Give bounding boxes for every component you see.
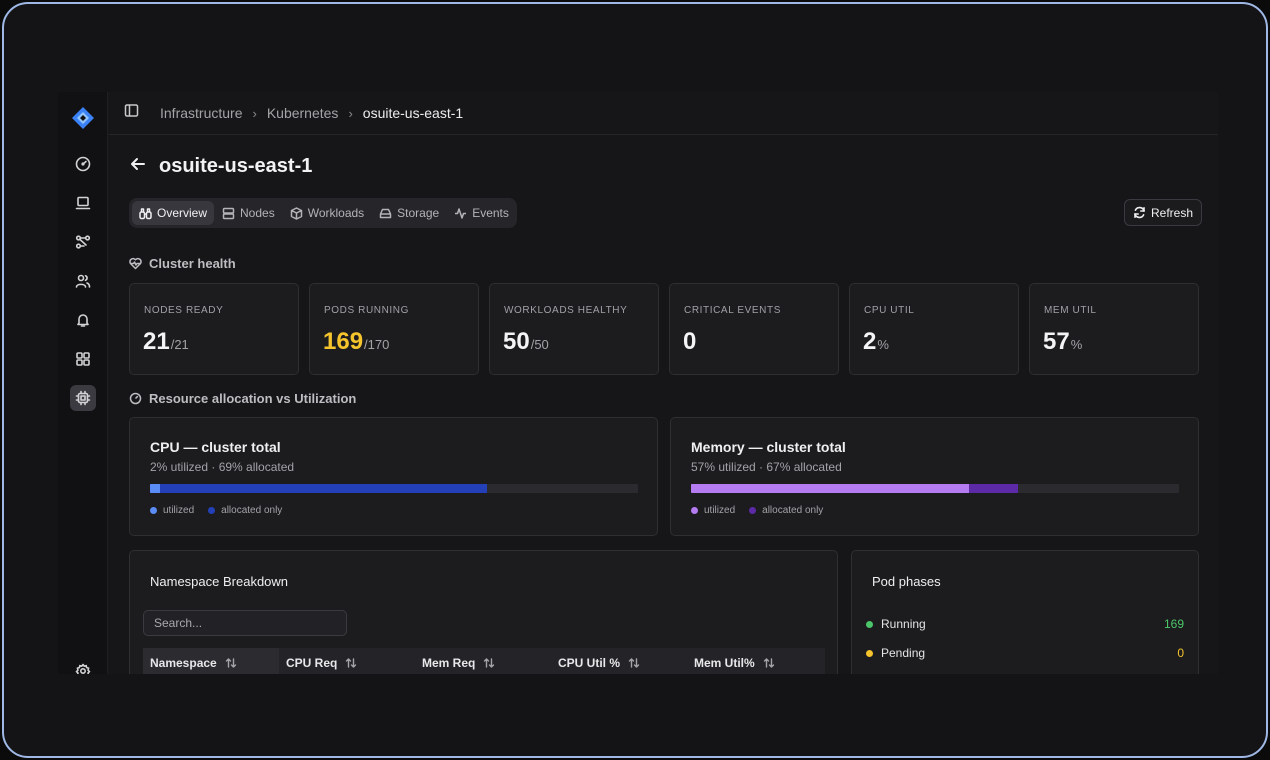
- tab-label: Events: [472, 206, 509, 220]
- server-icon: [222, 207, 235, 219]
- device-frame: Infrastructure › Kubernetes › osuite-us-…: [2, 2, 1268, 758]
- column-cpu-util[interactable]: CPU Util %: [551, 648, 687, 674]
- refresh-label: Refresh: [1150, 205, 1194, 220]
- sidebar-toggle-icon[interactable]: [124, 103, 139, 123]
- breadcrumb-infrastructure[interactable]: Infrastructure: [160, 105, 242, 121]
- workflow-icon[interactable]: [70, 229, 96, 255]
- column-namespace[interactable]: Namespace: [143, 648, 279, 674]
- legend-dot: [208, 507, 216, 514]
- heart-pulse-icon: [129, 257, 142, 270]
- sort-icon: [484, 658, 495, 668]
- memory-utilized-segment: [691, 484, 970, 493]
- tab-workloads[interactable]: Workloads: [283, 201, 371, 225]
- app-window: Infrastructure › Kubernetes › osuite-us-…: [58, 92, 1218, 674]
- nav-rail: [58, 92, 108, 674]
- stat-critical-events: CRITICAL EVENTS 0: [669, 283, 839, 375]
- tab-nodes[interactable]: Nodes: [215, 201, 282, 225]
- pod-phases-title: Pod phases: [872, 574, 941, 589]
- cpu-card-title: CPU — cluster total: [150, 439, 281, 455]
- page-title: osuite-us-east-1: [159, 155, 313, 177]
- hard-drive-icon: [379, 208, 392, 218]
- breadcrumb-kubernetes[interactable]: Kubernetes: [267, 105, 339, 121]
- sort-icon: [225, 658, 236, 668]
- legend-allocated-only: allocated only: [749, 505, 823, 516]
- refresh-icon: [1134, 206, 1145, 219]
- settings-gear-icon[interactable]: [70, 658, 96, 674]
- top-bar: Infrastructure › Kubernetes › osuite-us-…: [109, 92, 1218, 135]
- stat-nodes-ready: NODES READY 21/21: [129, 283, 299, 375]
- stat-workloads-healthy: WORKLOADS HEALTHY 50/50: [489, 283, 659, 375]
- status-dot: [866, 620, 873, 628]
- cpu-allocation-bar: [150, 484, 638, 493]
- status-dot: [866, 649, 873, 657]
- breadcrumb-current: osuite-us-east-1: [362, 105, 464, 121]
- dashboard-gauge-icon[interactable]: [70, 151, 96, 177]
- legend-utilized: utilized: [150, 505, 194, 516]
- pod-phase-running: Running 169: [866, 617, 1184, 631]
- box-icon: [290, 206, 302, 220]
- bell-icon[interactable]: [70, 307, 96, 333]
- column-cpu-req[interactable]: CPU Req: [279, 648, 415, 674]
- main-content: Infrastructure › Kubernetes › osuite-us-…: [109, 92, 1218, 674]
- tab-label: Workloads: [307, 206, 365, 220]
- pod-phases-card: Pod phases Running 169 Pending 0: [851, 550, 1199, 674]
- memory-card-subtitle: 57% utilized · 67% allocated: [691, 460, 842, 474]
- tab-label: Overview: [157, 206, 208, 220]
- refresh-button[interactable]: Refresh: [1124, 199, 1202, 226]
- memory-allocation-card: Memory — cluster total 57% utilized · 67…: [670, 417, 1199, 536]
- breadcrumb: Infrastructure › Kubernetes › osuite-us-…: [160, 105, 463, 121]
- users-icon[interactable]: [70, 268, 96, 294]
- activity-icon: [455, 207, 467, 219]
- monitor-icon[interactable]: [70, 190, 96, 216]
- tab-overview[interactable]: Overview: [132, 201, 215, 225]
- memory-legend: utilized allocated only: [691, 505, 837, 516]
- memory-allocation-bar: [691, 484, 1179, 493]
- column-mem-req[interactable]: Mem Req: [415, 648, 551, 674]
- chevron-right-icon: ›: [252, 105, 257, 121]
- view-tabs: Overview Nodes Workloads Storage Events: [129, 198, 517, 228]
- health-stats: NODES READY 21/21 PODS RUNNING 169/170 W…: [129, 283, 1199, 375]
- tab-label: Nodes: [240, 206, 275, 220]
- allocation-heading: Resource allocation vs Utilization: [129, 391, 356, 406]
- sort-icon: [346, 658, 357, 668]
- namespace-breakdown-card: Namespace Breakdown Namespace CPU Req Me…: [129, 550, 838, 674]
- page-header: osuite-us-east-1: [129, 155, 312, 178]
- cpu-chip-icon[interactable]: [70, 385, 96, 411]
- back-arrow-icon[interactable]: [129, 155, 147, 178]
- namespace-search-input[interactable]: [143, 610, 347, 636]
- cpu-utilized-segment: [150, 484, 160, 493]
- apps-grid-icon[interactable]: [70, 346, 96, 372]
- tab-label: Storage: [397, 206, 440, 220]
- namespace-card-title: Namespace Breakdown: [150, 574, 289, 589]
- gauge-icon: [129, 392, 142, 405]
- cpu-legend: utilized allocated only: [150, 505, 296, 516]
- tab-events[interactable]: Events: [447, 201, 516, 225]
- cpu-allocated-segment: [150, 484, 487, 493]
- sort-icon: [763, 658, 774, 668]
- cpu-allocation-card: CPU — cluster total 2% utilized · 69% al…: [129, 417, 658, 536]
- pod-phase-pending: Pending 0: [866, 646, 1184, 660]
- cpu-card-subtitle: 2% utilized · 69% allocated: [150, 460, 295, 474]
- cluster-health-heading: Cluster health: [129, 256, 236, 271]
- legend-dot: [691, 507, 698, 514]
- memory-card-title: Memory — cluster total: [691, 439, 846, 455]
- sort-icon: [628, 658, 640, 668]
- column-mem-util[interactable]: Mem Util%: [687, 648, 823, 674]
- binoculars-icon: [139, 207, 152, 219]
- namespace-table-header: Namespace CPU Req Mem Req CPU Util % Mem…: [143, 648, 825, 674]
- legend-dot: [749, 507, 757, 514]
- legend-utilized: utilized: [691, 505, 735, 516]
- legend-allocated-only: allocated only: [208, 505, 282, 516]
- stat-pods-running: PODS RUNNING 169/170: [309, 283, 479, 375]
- legend-dot: [150, 507, 157, 514]
- app-logo-icon[interactable]: [70, 105, 96, 131]
- tab-storage[interactable]: Storage: [372, 201, 446, 225]
- stat-mem-util: MEM UTIL 57%: [1029, 283, 1199, 375]
- chevron-right-icon: ›: [348, 105, 353, 121]
- stat-cpu-util: CPU UTIL 2%: [849, 283, 1019, 375]
